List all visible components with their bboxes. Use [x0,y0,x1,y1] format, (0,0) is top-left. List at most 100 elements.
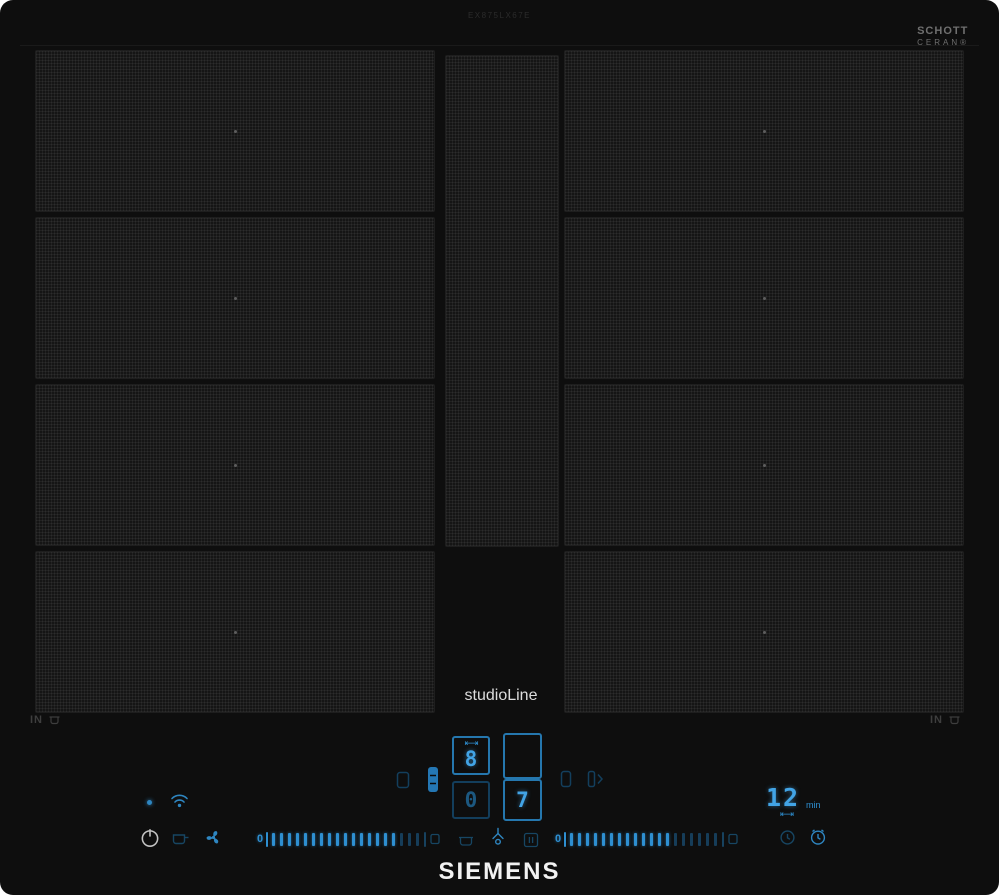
slider-segment[interactable] [610,832,614,846]
slider-segment[interactable] [272,832,276,846]
schott-line1: SCHOTT [917,25,969,37]
slider-track[interactable] [272,832,420,846]
slider-segment[interactable] [650,832,654,846]
wipe-protection-icon[interactable] [171,830,191,846]
zone-center-dot [233,296,237,300]
right-power-slider[interactable]: 0 [555,829,738,849]
timer-unit-label: min [806,800,821,810]
slider-segment[interactable] [690,832,694,846]
zone-center-dot [762,463,766,467]
studioline-label: studioLine [464,687,538,704]
slider-zero-label[interactable]: 0 [257,833,263,845]
slider-segment[interactable] [368,832,372,846]
slider-divider [722,831,725,847]
zone-key-bottom-left[interactable]: 0 [452,781,490,819]
cooking-zone-section [35,384,435,546]
timer-display[interactable]: 12 [766,783,800,812]
cooking-zone-section [564,217,964,379]
siemens-logo: SIEMENS [438,858,561,885]
slider-segment[interactable] [682,832,686,846]
slider-segment[interactable] [296,832,300,846]
zone-key-top-right[interactable] [503,733,542,779]
cooking-zone-section [564,551,964,713]
zone-display-grid: ⇤⇥ 8 0 7 [452,733,544,822]
wifi-icon [171,794,188,808]
zone-center-dot [233,129,237,133]
slider-segment[interactable] [634,832,638,846]
sensor-function-icon[interactable] [489,826,507,847]
slider-segment[interactable] [344,832,348,846]
power-icon[interactable] [139,827,161,849]
slider-segment[interactable] [626,832,630,846]
induction-marking-left: IN [30,714,61,726]
flex-zone-left [35,50,435,713]
surface-seam [20,45,979,46]
slider-segment[interactable] [602,832,606,846]
slider-divider [564,831,567,847]
slider-segment[interactable] [384,832,388,846]
zone-center-dot [233,630,237,634]
model-number-print: EX875LX67E [467,11,532,20]
slider-segment[interactable] [360,832,364,846]
zone-level-value: 0 [464,787,478,812]
slider-segment[interactable] [666,832,670,846]
slider-segment[interactable] [714,832,718,846]
slider-segment[interactable] [280,832,284,846]
zone-center-dot [762,129,766,133]
flex-zone-right-icon[interactable] [560,770,572,788]
slider-segment[interactable] [618,832,622,846]
pause-icon[interactable] [523,832,539,848]
pan-size-icon [728,833,738,845]
slider-segment[interactable] [328,832,332,846]
pot-icon [949,716,960,725]
slider-segment[interactable] [336,832,340,846]
zone-center-dot [762,296,766,300]
slider-segment[interactable] [312,832,316,846]
pot-icon [49,716,60,725]
slider-segment[interactable] [642,832,646,846]
zone-key-top-left[interactable]: ⇤⇥ 8 [452,736,490,775]
status-led [147,800,152,805]
pan-detect-icon[interactable] [396,771,410,789]
slider-segment[interactable] [674,832,678,846]
slider-segment[interactable] [706,832,710,846]
cooking-zone-section [35,50,435,212]
move-zone-icon[interactable] [587,770,604,788]
slider-segment[interactable] [376,832,380,846]
flex-zone-icon[interactable] [427,766,439,793]
induction-marking-right: IN [930,714,961,726]
left-power-slider[interactable]: 0 [257,829,440,849]
zone-level-value: 7 [516,787,529,812]
flex-zone-right [564,50,964,713]
slider-segment[interactable] [392,832,396,846]
induction-marking-label: IN [30,714,43,726]
kitchen-timer-icon[interactable] [779,829,796,846]
alarm-timer-icon[interactable] [809,828,827,846]
zone-center-dot [762,630,766,634]
zone-key-bottom-right[interactable]: 7 [503,779,542,821]
cooking-zone-section [564,50,964,212]
warming-pot-icon[interactable] [457,833,475,847]
slider-segment[interactable] [416,832,420,846]
fan-hood-icon[interactable] [204,828,223,847]
slider-segment[interactable] [594,832,598,846]
slider-segment[interactable] [320,832,324,846]
slider-zero-label[interactable]: 0 [555,833,561,845]
slider-segment[interactable] [408,832,412,846]
slider-segment[interactable] [586,832,590,846]
slider-divider [266,831,269,847]
slider-segment[interactable] [578,832,582,846]
slider-divider [424,831,427,847]
zone-center-dot [233,463,237,467]
slider-segment[interactable] [352,832,356,846]
slider-segment[interactable] [288,832,292,846]
slider-segment[interactable] [658,832,662,846]
slider-track[interactable] [570,832,718,846]
slider-segment[interactable] [400,832,404,846]
timer-bridge-icon: ⇤⇥ [780,810,794,820]
cooking-zone-section [564,384,964,546]
cooking-zone-section [35,551,435,713]
slider-segment[interactable] [304,832,308,846]
slider-segment[interactable] [570,832,574,846]
slider-segment[interactable] [698,832,702,846]
